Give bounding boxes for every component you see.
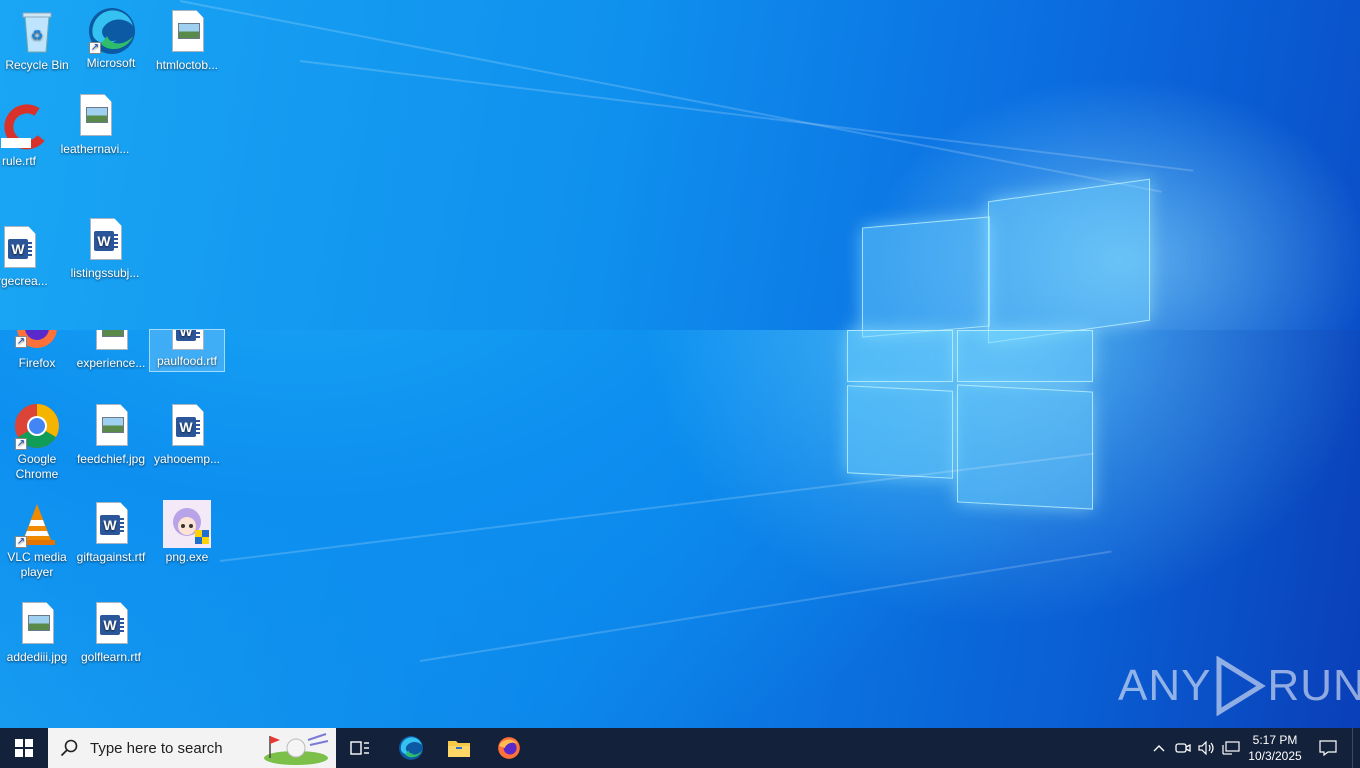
firefox-icon: ↗: [13, 330, 61, 350]
desktop-icon-addediii-jpg[interactable]: addediii.jpg: [0, 600, 74, 665]
recycle-bin-icon: ♻: [13, 8, 61, 56]
desktop-icon-label: argecrea...: [0, 274, 48, 288]
image-file-icon: [163, 8, 211, 56]
taskbar-firefox-button[interactable]: [486, 728, 532, 768]
taskbar-file-explorer-button[interactable]: [436, 728, 482, 768]
speaker-icon: [1198, 741, 1214, 755]
folder-icon: [448, 741, 470, 757]
search-icon: [60, 739, 78, 757]
desktop-icon-label: addediii.jpg: [6, 650, 68, 664]
word-document-icon: W: [163, 402, 211, 450]
show-hidden-icons-button[interactable]: [1148, 728, 1170, 768]
ccleaner-icon: [0, 104, 45, 152]
edge-icon: [399, 736, 423, 760]
desktop-icon-paulfood-rtf[interactable]: W paulfood.rtf: [149, 329, 225, 372]
word-document-icon: W: [163, 330, 211, 350]
desktop-icon-argecrea[interactable]: W argecrea...: [0, 224, 56, 289]
desktop-icon-label: golflearn.rtf: [80, 650, 142, 664]
clock-date: 10/3/2025: [1248, 749, 1302, 763]
desktop[interactable]: ♻ Recycle Bin ↗ Microsoft htmloctob... r…: [0, 0, 1360, 728]
anime-character-exe-icon: [163, 500, 211, 548]
desktop-icon-label: Recycle Bin: [5, 58, 69, 72]
watermark-right-text: RUN: [1267, 661, 1360, 710]
desktop-icon-label: leathernavi...: [60, 142, 130, 156]
desktop-icon-label: paulfood.rtf: [156, 354, 218, 368]
image-file-icon: [87, 402, 135, 450]
wallpaper-window-pane: [862, 216, 990, 338]
network-icon: [1222, 741, 1240, 755]
volume-button[interactable]: [1196, 728, 1218, 768]
image-file-icon: [71, 92, 119, 140]
desktop-icon-label: htmloctob...: [155, 58, 219, 72]
desktop-icon-google-chrome[interactable]: ↗ Google Chrome: [0, 402, 74, 482]
action-center-button[interactable]: [1312, 728, 1344, 768]
start-button[interactable]: [0, 728, 48, 768]
wallpaper-window-pane: [988, 178, 1150, 344]
word-document-icon: W: [0, 224, 43, 272]
wallpaper-window-pane: [957, 330, 1093, 382]
desktop-icon-label: feedchief.jpg: [76, 452, 146, 466]
word-document-icon: W: [87, 500, 135, 548]
wallpaper-window-pane: [957, 384, 1093, 510]
desktop-icon-label: rule.rtf: [1, 154, 36, 168]
desktop-icon-label: VLC media player: [7, 550, 67, 579]
image-file-icon: [13, 600, 61, 648]
desktop-icon-recycle-bin[interactable]: ♻ Recycle Bin: [0, 8, 74, 73]
desktop-icon-label: listingssubj...: [70, 266, 140, 280]
clock-time: 5:17 PM: [1252, 733, 1298, 747]
desktop-icon-label: png.exe: [165, 550, 209, 564]
anyrun-watermark: ANY RUN: [1118, 656, 1360, 716]
desktop-icon-vlc-media-player[interactable]: ↗ VLC media player: [0, 500, 74, 580]
network-button[interactable]: [1220, 728, 1242, 768]
chrome-icon: ↗: [13, 402, 61, 450]
play-triangle-icon: [1216, 656, 1267, 716]
desktop-icon-microsoft-edge[interactable]: ↗ Microsoft: [74, 6, 148, 71]
word-document-icon: W: [87, 600, 135, 648]
desktop-icon-firefox[interactable]: ↗ Firefox: [0, 330, 74, 374]
desktop-icon-golflearn-rtf[interactable]: W golflearn.rtf: [74, 600, 148, 665]
desktop-icon-listingssubj[interactable]: W listingssubj...: [68, 216, 142, 281]
task-view-button[interactable]: [338, 728, 382, 768]
desktop-icon-feedchief-jpg[interactable]: feedchief.jpg: [74, 402, 148, 467]
desktop-icon-experience[interactable]: experience...: [74, 330, 148, 374]
desktop-icon-label: experience...: [76, 356, 146, 370]
taskbar-edge-button[interactable]: [388, 728, 434, 768]
desktop-icon-htmloctob[interactable]: htmloctob...: [150, 8, 224, 73]
clock-button[interactable]: 5:17 PM 10/3/2025: [1244, 728, 1306, 768]
wallpaper-window-pane: [847, 385, 953, 479]
desktop-icon-label: Microsoft: [86, 56, 136, 70]
vlc-cone-icon: ↗: [13, 500, 61, 548]
taskbar-search-box[interactable]: Type here to search: [48, 728, 336, 768]
desktop-icon-png-exe[interactable]: png.exe: [150, 500, 224, 565]
taskbar: Type here to search 5:17 PM 10/3/2025: [0, 728, 1360, 768]
desktop-icon-rule-rtf[interactable]: rule.rtf: [0, 104, 56, 169]
svg-text:♻: ♻: [31, 27, 44, 43]
desktop-icon-label: Firefox: [18, 356, 56, 370]
desktop-icon-label: Google Chrome: [15, 452, 59, 481]
meet-now-icon: [1175, 743, 1191, 753]
firefox-icon: [498, 737, 520, 759]
task-view-icon: [350, 741, 369, 755]
notification-icon: [1319, 740, 1337, 756]
wallpaper-window-pane: [847, 330, 953, 382]
watermark-left-text: ANY: [1118, 661, 1212, 710]
desktop-icon-giftagainst-rtf[interactable]: W giftagainst.rtf: [74, 500, 148, 565]
image-file-icon: [87, 330, 135, 350]
desktop-icon-yahooemp[interactable]: W yahooemp...: [150, 402, 224, 467]
show-desktop-button[interactable]: [1352, 728, 1360, 768]
search-placeholder: Type here to search: [90, 739, 223, 757]
desktop-icon-leathernavi[interactable]: leathernavi...: [58, 92, 132, 157]
chevron-up-icon: [1153, 745, 1165, 752]
word-document-icon: W: [81, 216, 129, 264]
desktop-icon-label: giftagainst.rtf: [76, 550, 146, 564]
meet-now-button[interactable]: [1172, 728, 1194, 768]
golf-search-highlight-icon: [264, 733, 329, 765]
edge-icon: ↗: [87, 6, 135, 54]
desktop-icon-label: yahooemp...: [153, 452, 221, 466]
windows-logo-icon: [15, 739, 33, 757]
